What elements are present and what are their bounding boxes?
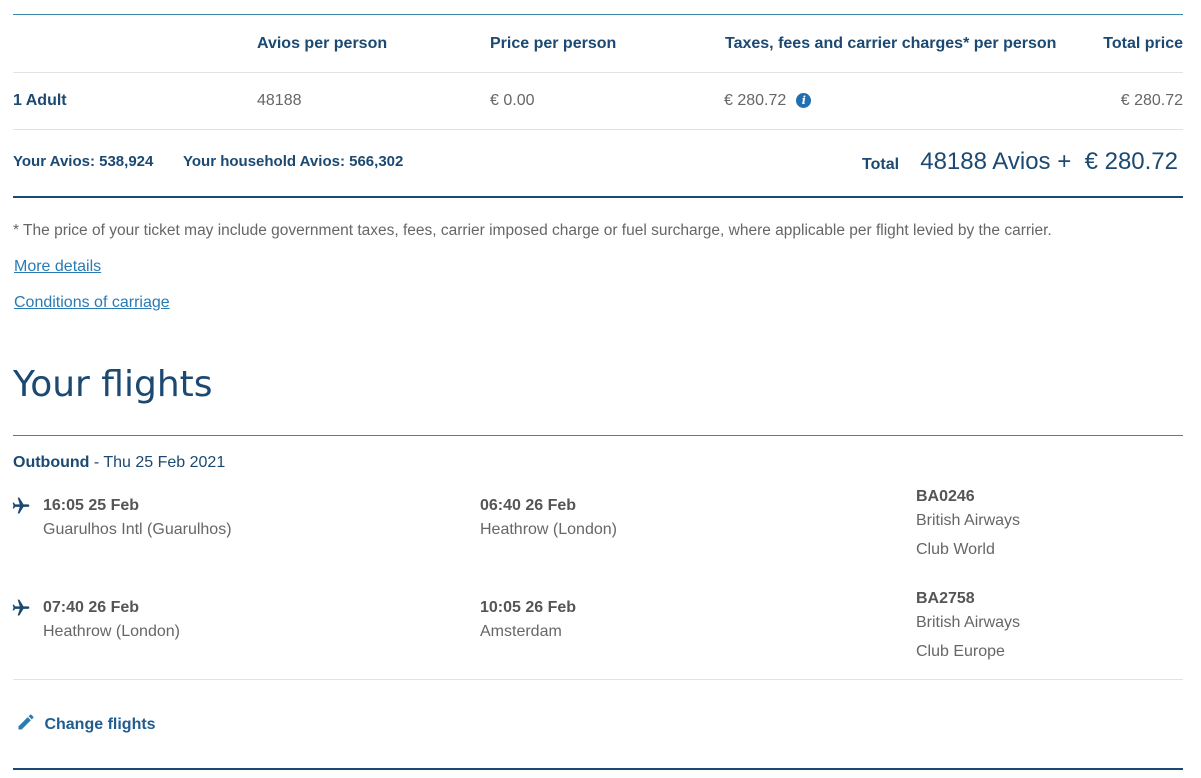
col-header-total: Total price — [1103, 35, 1183, 52]
col-header-price: Price per person — [490, 35, 617, 52]
segment-2-arrive-place: Amsterdam — [480, 623, 562, 640]
taxes-per-person: € 280.72 i — [724, 92, 812, 110]
more-details-link[interactable]: More details — [14, 258, 101, 276]
bottom-divider — [13, 768, 1183, 770]
your-avios-label: Your Avios: — [13, 153, 95, 170]
col-header-avios: Avios per person — [257, 35, 388, 52]
segment-1-arrive-place: Heathrow (London) — [480, 521, 617, 538]
total-price: € 280.72 — [1120, 92, 1183, 109]
segment-1-arrive-time: 06:40 26 Feb — [480, 497, 577, 514]
direction-label: Outbound — [13, 454, 90, 471]
conditions-of-carriage-link[interactable]: Conditions of carriage — [14, 294, 170, 312]
segment-2-depart-time: 07:40 26 Feb — [43, 599, 140, 616]
segment-1-airline: British Airways — [916, 512, 1021, 529]
grand-total: 48188 Avios + € 280.72 — [920, 148, 1178, 175]
segment-1-flight-number: BA0246 — [916, 488, 975, 505]
segment-2-flight-number: BA2758 — [916, 590, 975, 607]
segment-1-cabin: Club World — [916, 541, 995, 558]
price-per-person: € 0.00 — [490, 92, 535, 109]
household-avios: Your household Avios: 566,302 — [183, 153, 403, 170]
passenger-type: 1 Adult — [13, 92, 67, 109]
outbound-date: - Thu 25 Feb 2021 — [89, 454, 226, 471]
outbound-heading: Outbound - Thu 25 Feb 2021 — [13, 454, 225, 472]
segment-2-cabin: Club Europe — [916, 643, 1005, 660]
table-header-divider — [13, 72, 1183, 73]
summary-divider — [13, 196, 1183, 198]
top-divider — [13, 14, 1183, 15]
change-flights-label: Change flights — [44, 716, 156, 733]
info-icon[interactable]: i — [796, 93, 812, 109]
segment-1-depart-time: 16:05 25 Feb — [43, 497, 140, 514]
flights-divider — [13, 435, 1183, 436]
page-title: Your flights — [13, 364, 213, 405]
segments-divider — [13, 679, 1183, 680]
segment-2-airline: British Airways — [916, 614, 1021, 631]
plane-icon — [12, 599, 30, 616]
plane-icon — [12, 497, 30, 514]
col-header-taxes: Taxes, fees and carrier charges* per per… — [725, 35, 1057, 52]
segment-2-depart-place: Heathrow (London) — [43, 623, 180, 640]
change-flights-button[interactable]: Change flights — [16, 712, 156, 734]
segment-1-depart-place: Guarulhos Intl (Guarulhos) — [43, 521, 232, 538]
price-disclaimer: * The price of your ticket may include g… — [13, 222, 1052, 239]
your-avios: Your Avios: 538,924 — [13, 153, 153, 170]
total-label: Total — [862, 156, 900, 173]
table-row-divider — [13, 129, 1183, 130]
your-avios-value: 538,924 — [99, 153, 154, 170]
household-avios-value: 566,302 — [349, 153, 404, 170]
segment-2-arrive-time: 10:05 26 Feb — [480, 599, 577, 616]
taxes-value: € 280.72 — [724, 92, 787, 109]
household-avios-label: Your household Avios: — [183, 153, 345, 170]
avios-per-person: 48188 — [257, 92, 302, 109]
pencil-icon — [18, 714, 34, 730]
